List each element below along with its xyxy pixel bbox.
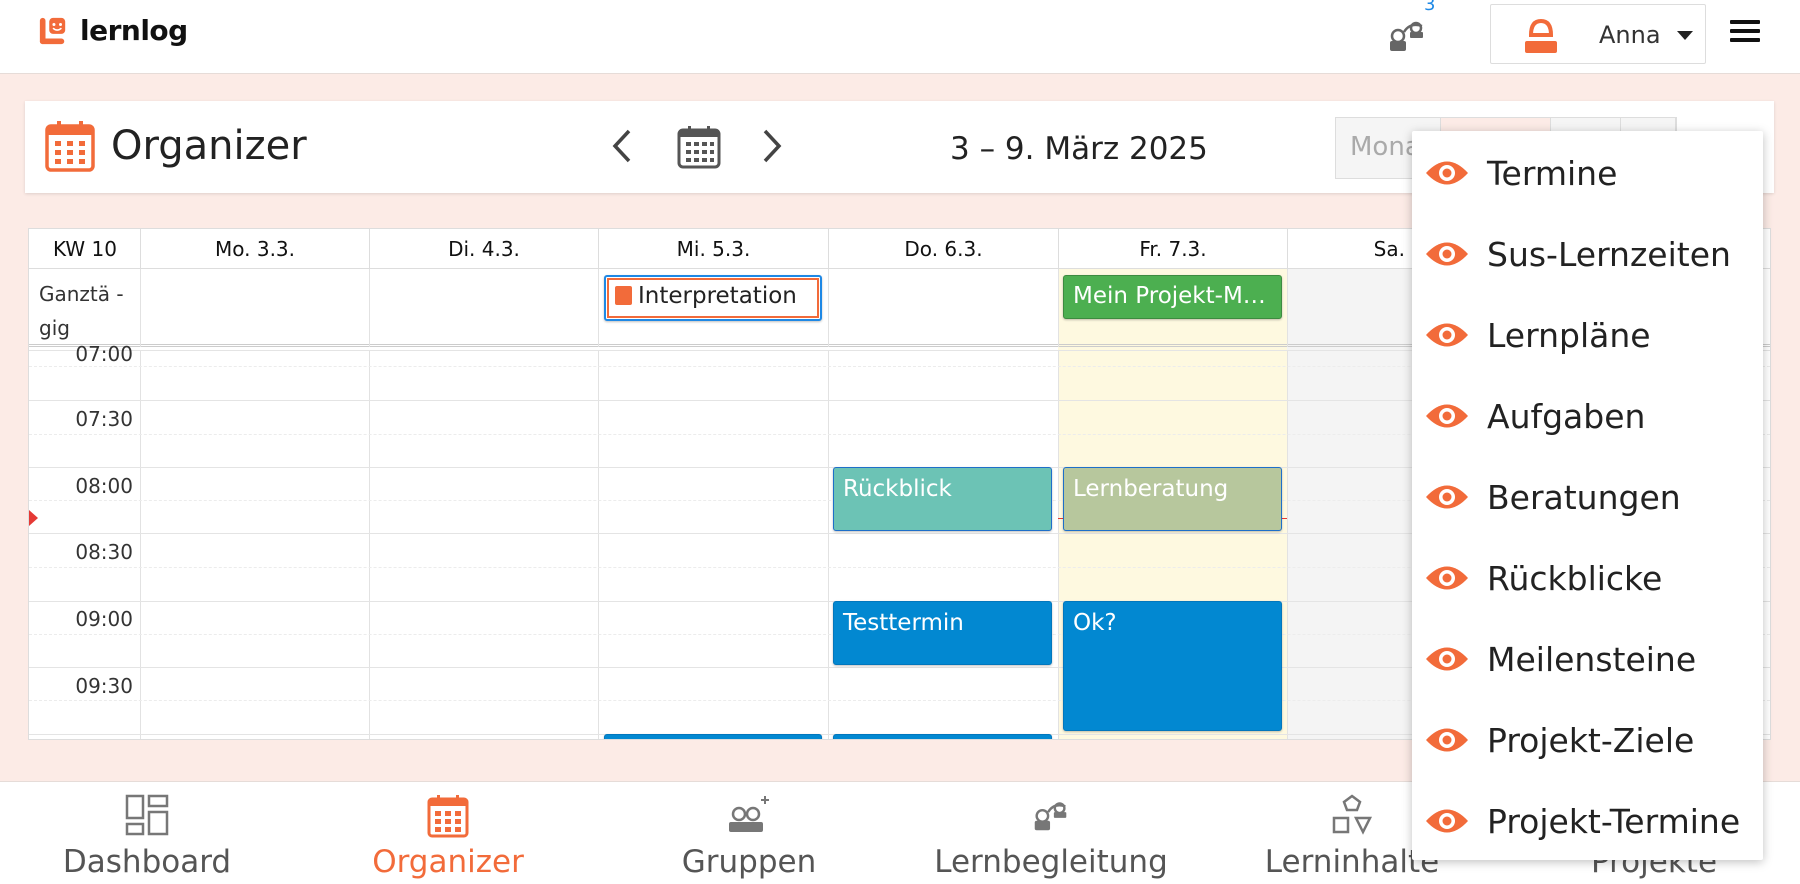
toggle-meilensteine[interactable]: Meilensteine xyxy=(1412,620,1763,701)
nav-label: Lernbegleitung xyxy=(934,844,1168,880)
time-label: 08:30 xyxy=(75,540,133,564)
notification-count: 3 xyxy=(1424,0,1436,15)
menu-item-label: Beratungen xyxy=(1487,478,1681,517)
chevron-left-icon[interactable] xyxy=(610,128,634,164)
time-label: 07:00 xyxy=(75,342,133,366)
calendar-icon xyxy=(427,795,469,838)
calendar-icon xyxy=(45,121,95,172)
time-label: 09:30 xyxy=(75,674,133,698)
rueckblick-event[interactable]: Rückblick xyxy=(833,467,1052,531)
nav-organizer[interactable]: Organizer xyxy=(298,782,598,884)
eye-icon xyxy=(1426,485,1468,509)
allday-project-event[interactable]: Mein Projekt-Meilenstein xyxy=(1063,275,1282,319)
nav-lernbegleitung[interactable]: Lernbegleitung xyxy=(901,782,1201,884)
toggle-rueckblicke[interactable]: Rückblicke xyxy=(1412,539,1763,620)
day-header[interactable]: Di. 4.3. xyxy=(369,229,598,269)
eye-icon xyxy=(1426,242,1468,266)
logo[interactable]: lernlog xyxy=(38,14,188,47)
menu-item-label: Aufgaben xyxy=(1487,397,1646,436)
visibility-dropdown: Termine Sus-Lernzeiten Lernpläne Aufgabe… xyxy=(1412,131,1763,860)
shapes-icon xyxy=(1332,794,1373,835)
calendar-event[interactable] xyxy=(604,734,822,739)
event-title: Interpretation xyxy=(638,283,797,309)
day-header[interactable]: Mo. 3.3. xyxy=(140,229,369,269)
date-range: 3 – 9. März 2025 xyxy=(950,131,1208,167)
week-number: KW 10 xyxy=(53,237,117,261)
eye-icon xyxy=(1426,566,1468,590)
user-name: Anna xyxy=(1599,21,1661,49)
lernbegleitung-notification-icon[interactable] xyxy=(1384,14,1430,54)
eye-icon xyxy=(1426,161,1468,185)
time-label: 07:30 xyxy=(75,407,133,431)
event-title: Testtermin xyxy=(843,610,964,636)
eye-icon xyxy=(1426,404,1468,428)
eye-icon xyxy=(1426,728,1468,752)
toggle-beratungen[interactable]: Beratungen xyxy=(1412,458,1763,539)
toggle-sus-lernzeiten[interactable]: Sus-Lernzeiten xyxy=(1412,215,1763,296)
hamburger-menu-icon[interactable] xyxy=(1730,20,1760,42)
user-avatar-icon xyxy=(1525,18,1557,53)
day-header[interactable]: Fr. 7.3. xyxy=(1058,229,1287,269)
nav-label: Organizer xyxy=(372,844,524,880)
task-check-icon xyxy=(615,286,632,305)
menu-item-label: Termine xyxy=(1487,154,1618,193)
toggle-projekt-termine[interactable]: Projekt-Termine xyxy=(1412,782,1763,863)
event-title: Rückblick xyxy=(843,476,952,502)
lernlog-logo-icon xyxy=(39,17,66,44)
calendar-event[interactable] xyxy=(833,734,1052,739)
top-bar: lernlog 3 Anna xyxy=(0,0,1800,74)
eye-icon xyxy=(1426,809,1468,833)
nav-label: Gruppen xyxy=(681,844,817,880)
day-header[interactable]: Do. 6.3. xyxy=(828,229,1058,269)
allday-label: Ganztä -gig xyxy=(39,282,124,340)
allday-task-event[interactable]: Interpretation xyxy=(604,275,822,321)
time-label: 09:00 xyxy=(75,607,133,631)
menu-item-label: Sus-Lernzeiten xyxy=(1487,235,1731,274)
toggle-lernplaene[interactable]: Lernpläne xyxy=(1412,296,1763,377)
lernbegleitung-icon xyxy=(1034,802,1067,831)
toggle-termine[interactable]: Termine xyxy=(1412,134,1763,215)
menu-item-label: Rückblicke xyxy=(1487,559,1663,598)
toggle-projekt-ziele[interactable]: Projekt-Ziele xyxy=(1412,701,1763,782)
day-header[interactable]: Mi. 5.3. xyxy=(598,229,828,269)
ok-event[interactable]: Ok? xyxy=(1063,601,1282,731)
menu-item-label: Lernpläne xyxy=(1487,316,1651,355)
chevron-right-icon[interactable] xyxy=(760,128,784,164)
event-title: Mein Projekt-Meilenstein xyxy=(1073,283,1281,309)
user-menu-button[interactable]: Anna xyxy=(1490,4,1706,64)
chevron-down-icon xyxy=(1677,31,1693,40)
event-title: Ok? xyxy=(1073,610,1117,636)
dashboard-icon xyxy=(125,794,169,836)
groups-icon xyxy=(729,796,769,832)
menu-item-label: Projekt-Ziele xyxy=(1487,721,1695,760)
eye-icon xyxy=(1426,323,1468,347)
time-label: 08:00 xyxy=(75,474,133,498)
logo-text: lernlog xyxy=(80,14,188,47)
testtermin-event[interactable]: Testtermin xyxy=(833,601,1052,665)
eye-icon xyxy=(1426,647,1468,671)
nav-label: Dashboard xyxy=(62,844,232,880)
menu-item-label: Projekt-Termine xyxy=(1487,802,1741,841)
lernberatung-event[interactable]: Lernberatung xyxy=(1063,467,1282,531)
page-title: Organizer xyxy=(111,123,307,169)
nav-dashboard[interactable]: Dashboard xyxy=(0,782,297,884)
menu-item-label: Meilensteine xyxy=(1487,640,1697,679)
event-title: Lernberatung xyxy=(1073,476,1229,502)
date-picker-icon[interactable] xyxy=(677,125,721,169)
nav-gruppen[interactable]: Gruppen xyxy=(599,782,899,884)
current-time-marker xyxy=(29,510,38,526)
toggle-aufgaben[interactable]: Aufgaben xyxy=(1412,377,1763,458)
